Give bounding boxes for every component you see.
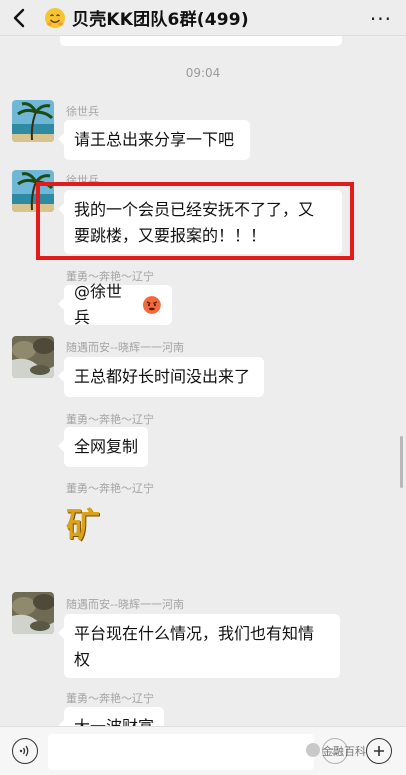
message-text-line: 权	[74, 650, 91, 669]
message-bubble[interactable]: @徐世兵	[58, 282, 172, 327]
message-bubble[interactable]: 请王总出来分享一下吧	[58, 120, 250, 160]
angry-face-emoji	[143, 296, 162, 314]
message-bubble[interactable]: 王总都好长时间没出来了	[58, 357, 264, 397]
rocky-stream-avatar	[12, 336, 54, 378]
sender-name: 董勇～奔艳～辽宁	[66, 692, 154, 705]
message-bubble[interactable]: 全网复制	[58, 427, 148, 467]
message-input[interactable]	[48, 734, 314, 770]
sticker-image[interactable]: 矿	[66, 498, 100, 547]
palm-beach-avatar	[12, 100, 54, 142]
highlight-box	[36, 182, 354, 260]
rocky-stream-avatar	[12, 592, 54, 634]
message-text: 王总都好长时间没出来了	[74, 367, 251, 386]
avatar[interactable]	[12, 100, 54, 142]
smiling-face-emoji-icon	[45, 7, 65, 28]
avatar[interactable]	[12, 336, 54, 378]
sender-name: 董勇～奔艳～辽宁	[66, 413, 154, 426]
voice-icon[interactable]	[12, 738, 38, 764]
message-text: 全网复制	[74, 437, 139, 456]
sender-name: 随遇而安--晓辉一一河南	[66, 341, 184, 354]
emoji-icon[interactable]	[322, 738, 348, 764]
scrollbar-thumb[interactable]	[400, 436, 403, 488]
message-text-line: 平台现在什么情况，我们也有知情	[74, 624, 315, 643]
timestamp: 09:04	[185, 66, 221, 80]
message-text: 请王总出来分享一下吧	[74, 130, 235, 149]
chevron-left-icon[interactable]	[4, 8, 34, 28]
chat-header: 贝壳KK团队6群(499) ···	[0, 0, 406, 36]
chat-title: 贝壳KK团队6群(499)	[72, 10, 249, 30]
avatar[interactable]	[12, 592, 54, 634]
sender-name: 随遇而安--晓辉一一河南	[66, 598, 184, 611]
watermark-logo	[306, 743, 320, 757]
ellipsis-icon[interactable]: ···	[370, 7, 392, 31]
sender-name: 徐世兵	[66, 105, 99, 118]
message-text: @徐世兵	[74, 282, 123, 327]
plus-icon[interactable]	[366, 738, 392, 764]
input-bar: 金融百科	[0, 726, 406, 775]
sender-name: 董勇～奔艳～辽宁	[66, 482, 154, 495]
message-bubble[interactable]: 平台现在什么情况，我们也有知情 权	[58, 614, 340, 678]
